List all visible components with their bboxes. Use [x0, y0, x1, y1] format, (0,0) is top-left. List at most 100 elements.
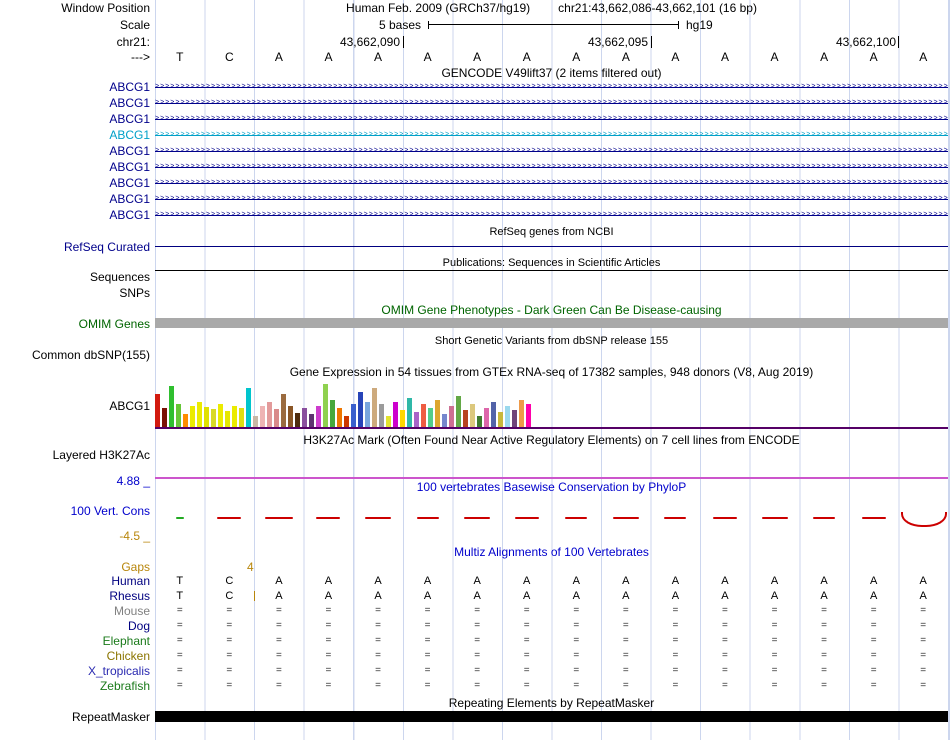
species-label[interactable]: Elephant — [0, 634, 150, 648]
gtex-tissue-bar[interactable] — [239, 408, 244, 428]
gtex-tissue-bar[interactable] — [337, 408, 342, 428]
species-label[interactable]: Zebrafish — [0, 679, 150, 693]
gene-label[interactable]: ABCG1 — [0, 112, 150, 126]
gene-transcript-line[interactable]: >>>>>>>>>>>>>>>>>>>>>>>>>>>>>>>>>>>>>>>>… — [155, 144, 948, 158]
gtex-tissue-bar[interactable] — [491, 402, 496, 428]
gtex-tissue-bar[interactable] — [358, 392, 363, 428]
gene-transcript-line[interactable]: >>>>>>>>>>>>>>>>>>>>>>>>>>>>>>>>>>>>>>>>… — [155, 208, 948, 222]
gene-label[interactable]: ABCG1 — [0, 176, 150, 190]
gene-transcript-line[interactable]: >>>>>>>>>>>>>>>>>>>>>>>>>>>>>>>>>>>>>>>>… — [155, 96, 948, 110]
gtex-tissue-bar[interactable] — [442, 414, 447, 428]
ruler-tick — [403, 36, 404, 48]
gtex-tissue-bar[interactable] — [519, 400, 524, 428]
track-label-repeatmasker[interactable]: RepeatMasker — [0, 710, 150, 724]
gtex-tissue-bar[interactable] — [302, 408, 307, 428]
gene-transcript-line[interactable]: >>>>>>>>>>>>>>>>>>>>>>>>>>>>>>>>>>>>>>>>… — [155, 128, 948, 142]
gtex-tissue-bar[interactable] — [197, 402, 202, 428]
species-label[interactable]: Human — [0, 574, 150, 588]
gene-label[interactable]: ABCG1 — [0, 96, 150, 110]
gtex-tissue-bar[interactable] — [162, 408, 167, 428]
gtex-expression-barchart[interactable] — [155, 382, 533, 428]
gtex-tissue-bar[interactable] — [281, 394, 286, 428]
gtex-tissue-bar[interactable] — [463, 410, 468, 428]
gtex-tissue-bar[interactable] — [526, 404, 531, 428]
track-label-common-dbsnp[interactable]: Common dbSNP(155) — [0, 348, 150, 362]
gene-transcript-line[interactable]: >>>>>>>>>>>>>>>>>>>>>>>>>>>>>>>>>>>>>>>>… — [155, 80, 948, 94]
gtex-tissue-bar[interactable] — [204, 407, 209, 428]
publications-track-title[interactable]: Publications: Sequences in Scientific Ar… — [155, 256, 948, 270]
track-label-layered-h3k27ac[interactable]: Layered H3K27Ac — [0, 448, 150, 462]
gtex-tissue-bar[interactable] — [323, 384, 328, 428]
gtex-tissue-bar[interactable] — [379, 404, 384, 428]
track-label-snps[interactable]: SNPs — [0, 286, 150, 300]
gtex-tissue-bar[interactable] — [267, 402, 272, 428]
species-label[interactable]: Dog — [0, 619, 150, 633]
gene-label[interactable]: ABCG1 — [0, 192, 150, 206]
gene-transcript-line[interactable]: >>>>>>>>>>>>>>>>>>>>>>>>>>>>>>>>>>>>>>>>… — [155, 192, 948, 206]
gtex-tissue-bar[interactable] — [421, 404, 426, 428]
gtex-tissue-bar[interactable] — [365, 402, 370, 428]
gtex-tissue-bar[interactable] — [155, 394, 160, 428]
gtex-tissue-bar[interactable] — [309, 414, 314, 428]
h3k27ac-track-title[interactable]: H3K27Ac Mark (Often Found Near Active Re… — [155, 433, 948, 447]
track-label-sequences[interactable]: Sequences — [0, 270, 150, 284]
h3k27ac-label-row: Layered H3K27Ac — [0, 448, 950, 462]
omim-track-title[interactable]: OMIM Gene Phenotypes - Dark Green Can Be… — [155, 303, 948, 317]
gtex-tissue-bar[interactable] — [246, 388, 251, 428]
gtex-tissue-bar[interactable] — [288, 406, 293, 428]
gtex-tissue-bar[interactable] — [512, 410, 517, 428]
gene-label[interactable]: ABCG1 — [0, 208, 150, 222]
gtex-tissue-bar[interactable] — [505, 406, 510, 428]
gene-transcript-line[interactable]: >>>>>>>>>>>>>>>>>>>>>>>>>>>>>>>>>>>>>>>>… — [155, 112, 948, 126]
gtex-tissue-bar[interactable] — [183, 414, 188, 428]
gtex-tissue-bar[interactable] — [435, 400, 440, 428]
gtex-tissue-bar[interactable] — [484, 408, 489, 428]
track-label-gtex-gene[interactable]: ABCG1 — [0, 399, 150, 413]
gtex-tissue-bar[interactable] — [330, 400, 335, 428]
gtex-tissue-bar[interactable] — [498, 412, 503, 428]
gene-transcript-line[interactable]: >>>>>>>>>>>>>>>>>>>>>>>>>>>>>>>>>>>>>>>>… — [155, 176, 948, 190]
gtex-tissue-bar[interactable] — [449, 406, 454, 428]
multiz-track-title[interactable]: Multiz Alignments of 100 Vertebrates — [155, 545, 948, 559]
gtex-tissue-bar[interactable] — [225, 411, 230, 428]
gtex-tissue-bar[interactable] — [295, 413, 300, 428]
gtex-tissue-bar[interactable] — [232, 406, 237, 428]
gtex-tissue-bar[interactable] — [456, 396, 461, 428]
gtex-tissue-bar[interactable] — [414, 412, 419, 428]
gtex-tissue-bar[interactable] — [176, 404, 181, 428]
track-label-100-vert-cons[interactable]: 100 Vert. Cons — [0, 504, 150, 518]
gene-transcript-line[interactable]: >>>>>>>>>>>>>>>>>>>>>>>>>>>>>>>>>>>>>>>>… — [155, 160, 948, 174]
gene-label[interactable]: ABCG1 — [0, 128, 150, 142]
refseq-track-title[interactable]: RefSeq genes from NCBI — [155, 225, 948, 239]
dbsnp-track-title[interactable]: Short Genetic Variants from dbSNP releas… — [155, 334, 948, 348]
species-label[interactable]: Mouse — [0, 604, 150, 618]
gtex-tissue-bar[interactable] — [407, 398, 412, 428]
species-label[interactable]: Rhesus — [0, 589, 150, 603]
track-label-refseq-curated[interactable]: RefSeq Curated — [0, 240, 150, 254]
species-label[interactable]: X_tropicalis — [0, 664, 150, 678]
gtex-tissue-bar[interactable] — [169, 386, 174, 428]
assembly-name: hg19 — [686, 18, 713, 32]
gencode-track-title[interactable]: GENCODE V49lift37 (2 items filtered out) — [155, 66, 948, 80]
gene-label[interactable]: ABCG1 — [0, 80, 150, 94]
gtex-tissue-bar[interactable] — [351, 404, 356, 428]
gtex-tissue-bar[interactable] — [428, 408, 433, 428]
gene-label[interactable]: ABCG1 — [0, 144, 150, 158]
gtex-tissue-bar[interactable] — [260, 406, 265, 428]
gtex-tissue-bar[interactable] — [211, 409, 216, 428]
species-label[interactable]: Chicken — [0, 649, 150, 663]
gtex-tissue-bar[interactable] — [316, 406, 321, 428]
gtex-tissue-bar[interactable] — [190, 406, 195, 428]
gtex-tissue-bar[interactable] — [393, 402, 398, 428]
gtex-track-title[interactable]: Gene Expression in 54 tissues from GTEx … — [155, 365, 948, 379]
track-label-omim-genes[interactable]: OMIM Genes — [0, 317, 150, 331]
gtex-tissue-bar[interactable] — [372, 388, 377, 428]
alignment-gap-glyph: = — [502, 619, 552, 633]
gene-label[interactable]: ABCG1 — [0, 160, 150, 174]
gtex-tissue-bar[interactable] — [218, 404, 223, 428]
repeatmasker-track-title[interactable]: Repeating Elements by RepeatMasker — [155, 696, 948, 710]
conservation-track-title[interactable]: 100 vertebrates Basewise Conservation by… — [155, 480, 948, 494]
gtex-tissue-bar[interactable] — [470, 404, 475, 428]
gtex-tissue-bar[interactable] — [400, 410, 405, 428]
gtex-tissue-bar[interactable] — [274, 409, 279, 428]
